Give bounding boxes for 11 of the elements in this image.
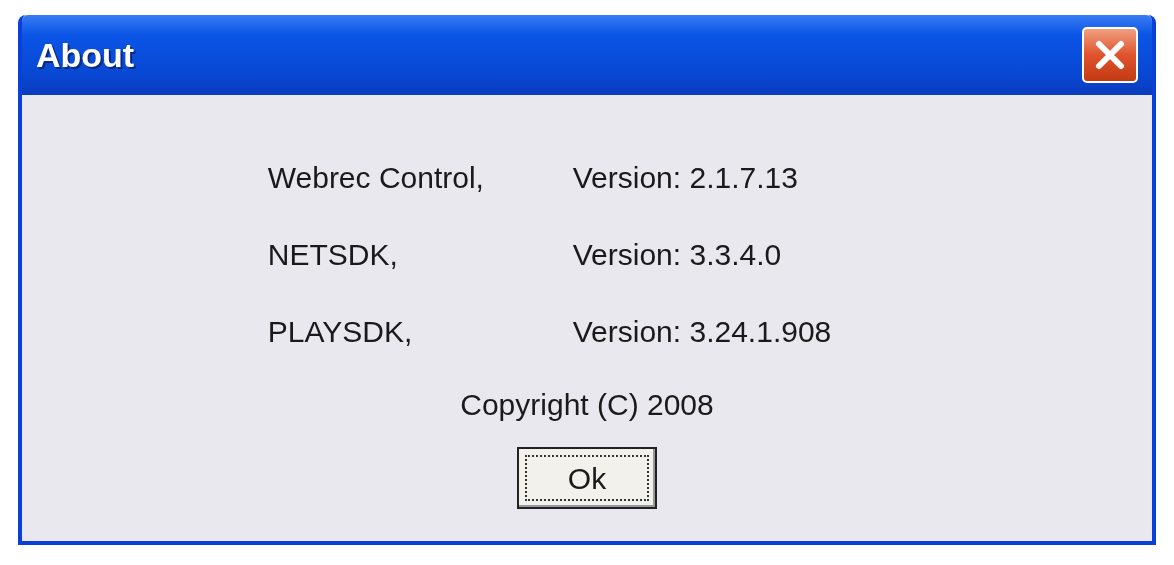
copyright-text: Copyright (C) 2008	[460, 387, 714, 423]
close-button[interactable]	[1082, 27, 1138, 83]
component-version: Version: 3.24.1.908	[572, 314, 832, 350]
component-name: PLAYSDK,	[267, 314, 414, 350]
window-title: About	[36, 34, 135, 76]
component-version: Version: 3.3.4.0	[572, 237, 782, 273]
component-version: Version: 2.1.7.13	[572, 160, 798, 196]
ok-button[interactable]: Ok	[517, 447, 657, 509]
component-name: Webrec Control,	[267, 160, 485, 196]
component-name: NETSDK,	[267, 237, 399, 273]
close-icon	[1094, 39, 1126, 71]
